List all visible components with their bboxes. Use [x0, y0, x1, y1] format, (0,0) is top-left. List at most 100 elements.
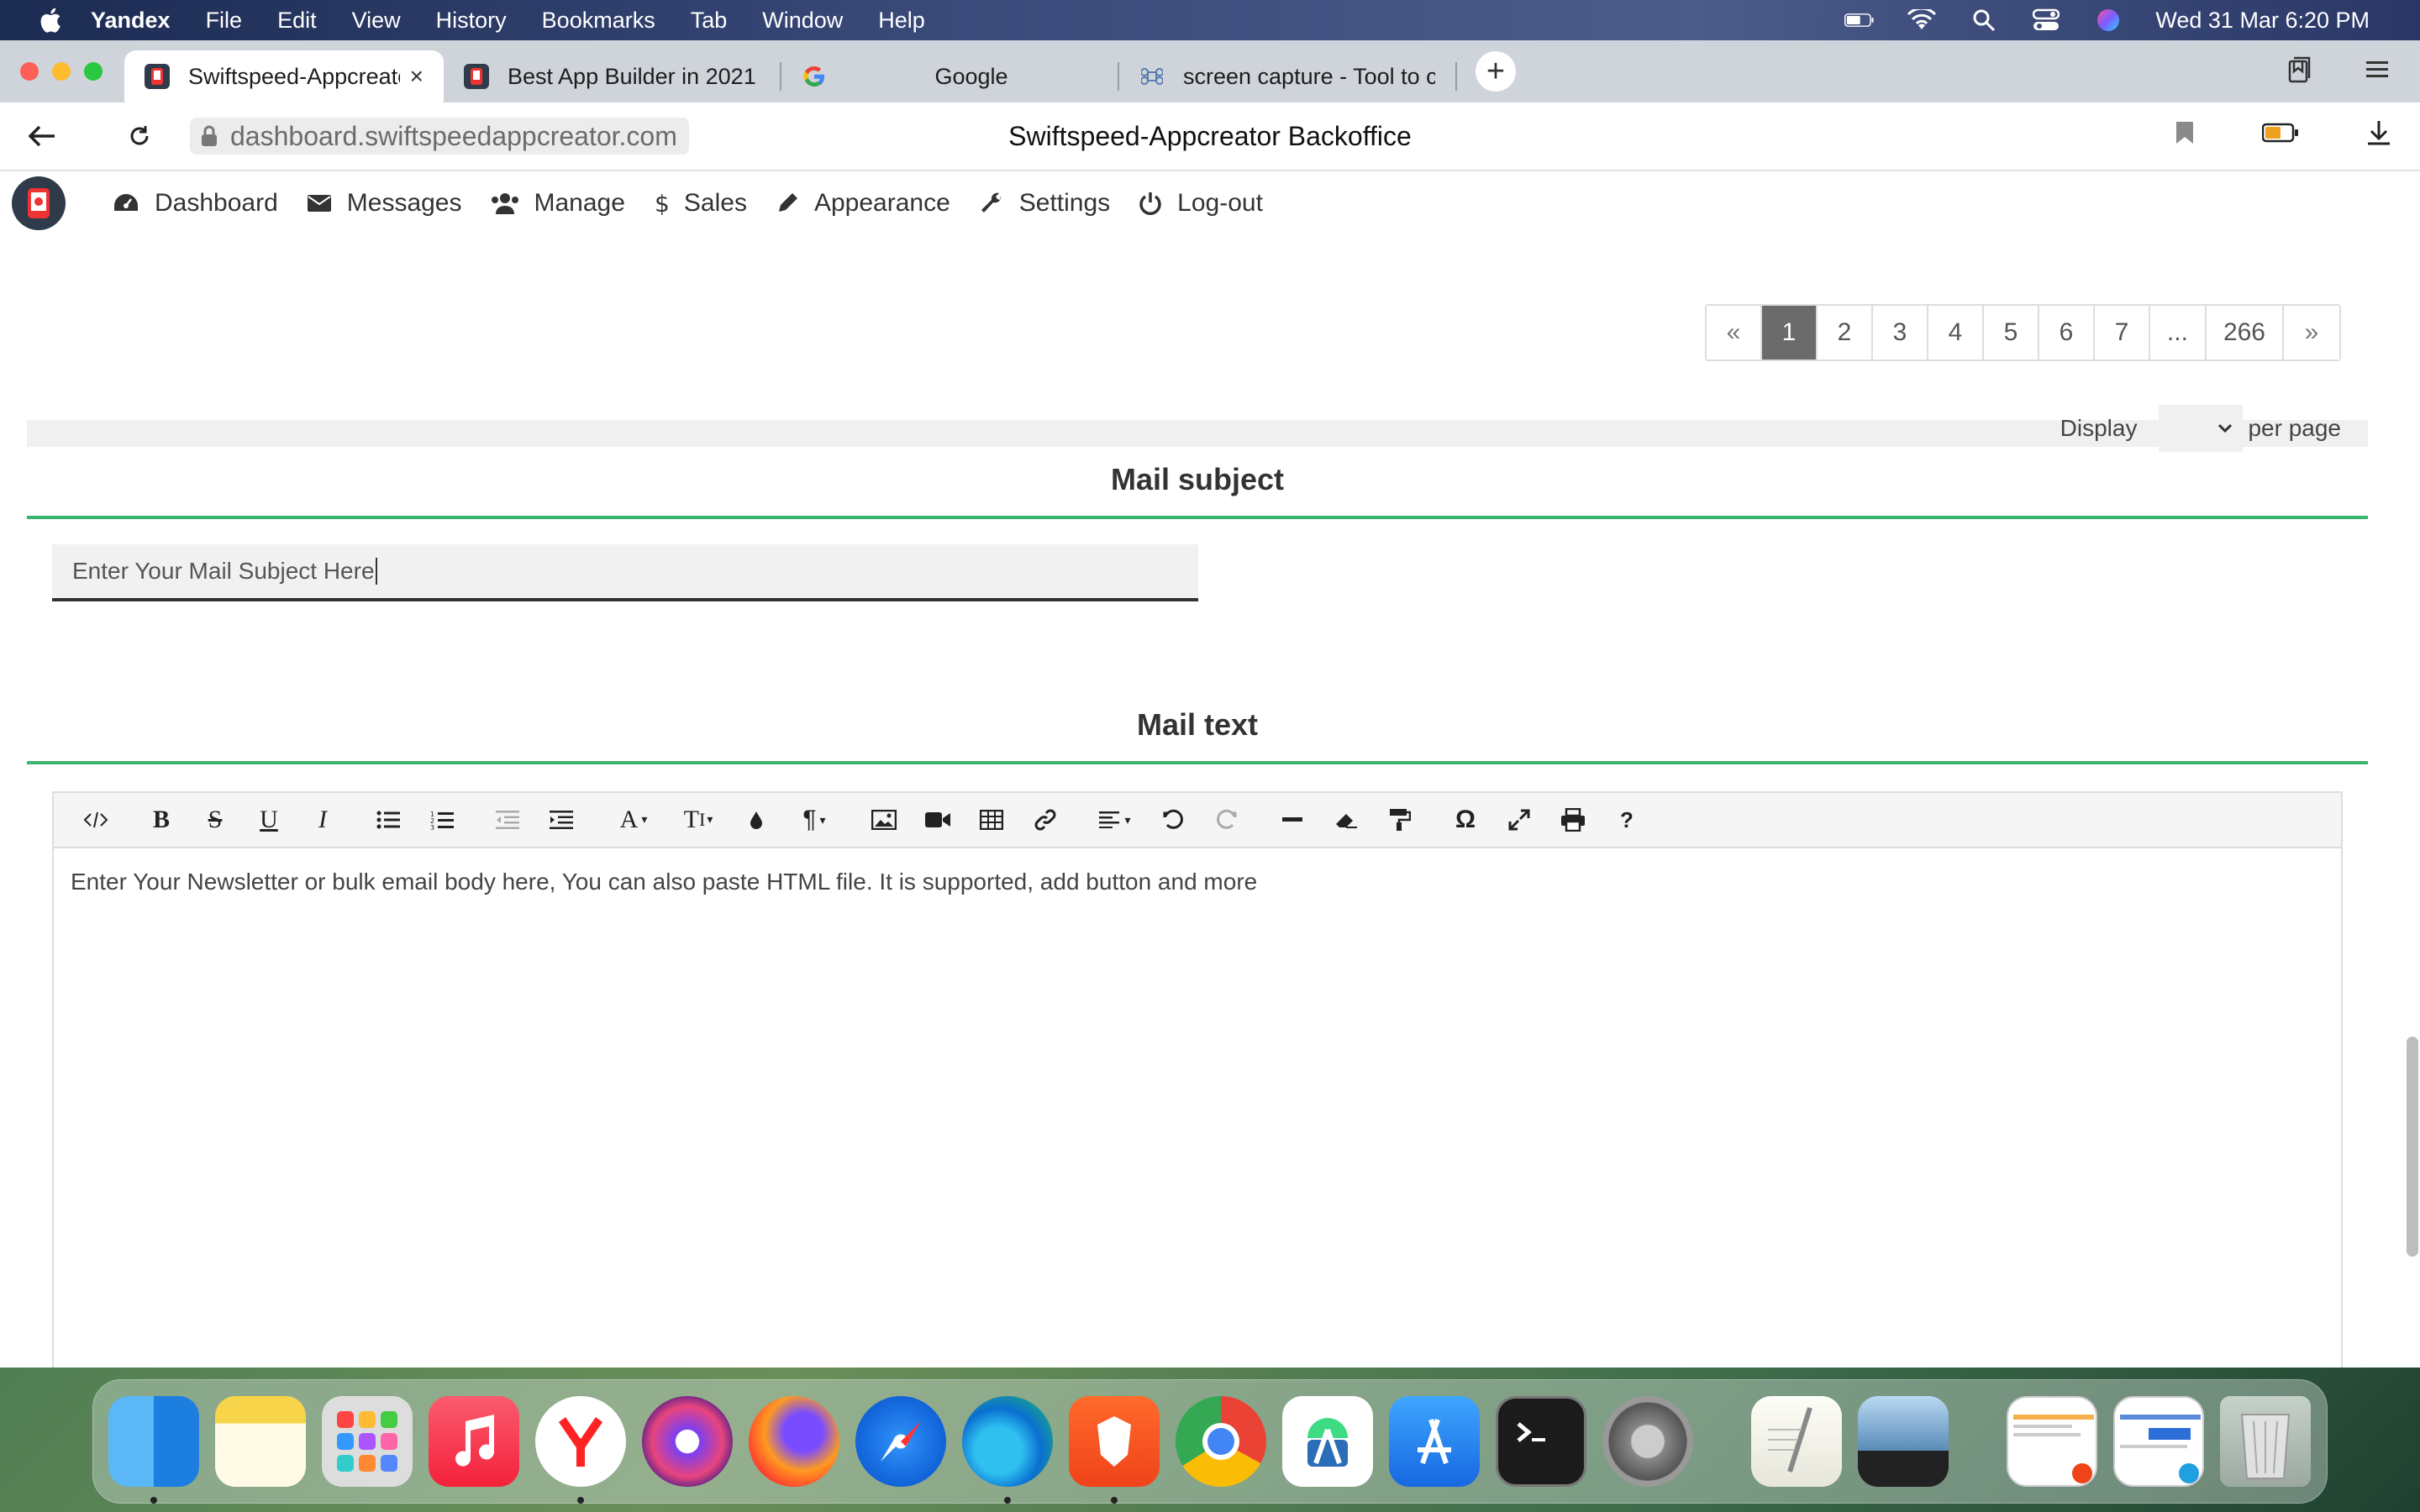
menu-file[interactable]: File — [206, 8, 243, 34]
special-character-icon[interactable]: Ω — [1439, 796, 1492, 843]
preview-icon[interactable] — [1858, 1396, 1949, 1487]
code-view-icon[interactable] — [69, 796, 123, 843]
pagination-page[interactable]: 266 — [2206, 306, 2284, 360]
battery-icon[interactable] — [1844, 8, 1875, 33]
link-icon[interactable] — [1018, 796, 1072, 843]
menu-window[interactable]: Window — [762, 8, 843, 34]
nav-logout[interactable]: Log-out — [1139, 189, 1263, 218]
indent-icon[interactable] — [534, 796, 588, 843]
minimized-window-thumbnail[interactable] — [2007, 1396, 2097, 1487]
tab-best-app-builder[interactable]: Best App Builder in 2021 — [444, 50, 780, 102]
close-tab-icon[interactable]: × — [410, 63, 424, 90]
menu-help[interactable]: Help — [878, 8, 925, 34]
menu-view[interactable]: View — [352, 8, 401, 34]
horizontal-rule-icon[interactable] — [1265, 796, 1319, 843]
tab-swiftspeed[interactable]: Swiftspeed-Appcreato × — [124, 50, 444, 102]
chrome-icon[interactable] — [1176, 1396, 1266, 1487]
mail-subject-input[interactable]: Enter Your Mail Subject Here — [52, 544, 1198, 601]
pagination-page[interactable]: 4 — [1928, 306, 1984, 360]
firefox-icon[interactable] — [749, 1396, 839, 1487]
apple-icon[interactable] — [37, 6, 62, 34]
music-icon[interactable] — [429, 1396, 519, 1487]
control-center-icon[interactable] — [2031, 8, 2061, 33]
help-icon[interactable]: ? — [1600, 796, 1654, 843]
menu-history[interactable]: History — [436, 8, 507, 34]
numbered-list-icon[interactable]: 123 — [415, 796, 469, 843]
pagination-next[interactable]: » — [2284, 306, 2339, 360]
menu-bookmarks[interactable]: Bookmarks — [542, 8, 655, 34]
eraser-icon[interactable] — [1319, 796, 1373, 843]
bold-icon[interactable]: B — [134, 796, 188, 843]
trash-icon[interactable] — [2220, 1396, 2311, 1487]
menubar-clock[interactable]: Wed 31 Mar 6:20 PM — [2155, 8, 2370, 34]
video-icon[interactable] — [911, 796, 965, 843]
app-logo[interactable] — [12, 176, 66, 230]
reload-icon[interactable] — [123, 119, 156, 153]
tab-screen-capture[interactable]: screen capture - Tool to c — [1119, 50, 1455, 102]
siri-icon[interactable] — [2093, 8, 2123, 33]
menu-app-name[interactable]: Yandex — [91, 8, 171, 34]
pagination-page[interactable]: 5 — [1983, 306, 2039, 360]
menu-tab[interactable]: Tab — [691, 8, 728, 34]
table-icon[interactable] — [965, 796, 1018, 843]
url-field[interactable]: dashboard.swiftspeedappcreator.com — [190, 118, 689, 155]
menu-edit[interactable]: Edit — [277, 8, 317, 34]
image-icon[interactable] — [857, 796, 911, 843]
pagination-page[interactable]: 6 — [2039, 306, 2095, 360]
print-icon[interactable] — [1546, 796, 1600, 843]
nav-dashboard[interactable]: Dashboard — [113, 189, 278, 218]
xcode-icon[interactable] — [1389, 1396, 1480, 1487]
strikethrough-icon[interactable]: S — [188, 796, 242, 843]
zoom-window-button[interactable] — [84, 62, 103, 81]
pagination-page[interactable]: 1 — [1761, 306, 1818, 360]
pagination-page[interactable]: 3 — [1872, 306, 1928, 360]
nav-sales[interactable]: $ Sales — [654, 189, 747, 218]
wifi-icon[interactable] — [1907, 8, 1937, 33]
fullscreen-icon[interactable] — [1492, 796, 1546, 843]
pagination-page[interactable]: 7 — [2094, 306, 2150, 360]
bullet-list-icon[interactable] — [361, 796, 415, 843]
yandex-browser-icon[interactable] — [535, 1396, 626, 1504]
finder-icon[interactable] — [108, 1396, 199, 1504]
back-arrow-icon[interactable] — [25, 119, 59, 153]
close-window-button[interactable] — [20, 62, 39, 81]
edge-icon[interactable] — [962, 1396, 1053, 1504]
bookmarks-panel-icon[interactable] — [2287, 56, 2312, 87]
android-studio-icon[interactable] — [1282, 1396, 1373, 1487]
battery-saver-icon[interactable] — [2261, 123, 2299, 147]
text-color-icon[interactable] — [729, 796, 783, 843]
italic-icon[interactable]: I — [296, 796, 350, 843]
minimized-window-thumbnail[interactable] — [2113, 1396, 2204, 1487]
new-tab-button[interactable]: + — [1476, 51, 1516, 92]
outdent-icon[interactable] — [481, 796, 534, 843]
notes-icon[interactable] — [215, 1396, 306, 1487]
undo-icon[interactable] — [1146, 796, 1200, 843]
font-family-dropdown-icon[interactable]: A ▾ — [600, 796, 667, 843]
bookmark-icon[interactable] — [2175, 120, 2195, 150]
launchpad-icon[interactable] — [322, 1396, 413, 1487]
safari-icon[interactable] — [855, 1396, 946, 1487]
nav-messages[interactable]: Messages — [307, 189, 462, 218]
underline-icon[interactable]: U — [242, 796, 296, 843]
hamburger-menu-icon[interactable] — [2366, 60, 2391, 84]
format-painter-icon[interactable] — [1373, 796, 1427, 843]
editor-content[interactable]: Enter Your Newsletter or bulk email body… — [54, 848, 2341, 916]
align-dropdown-icon[interactable]: ▾ — [1084, 796, 1146, 843]
page-scrollbar[interactable] — [2407, 1037, 2418, 1257]
tab-google[interactable]: Google — [781, 50, 1118, 102]
download-icon[interactable] — [2366, 119, 2391, 150]
nav-settings[interactable]: Settings — [979, 189, 1110, 218]
pagination-page[interactable]: 2 — [1817, 306, 1873, 360]
nav-manage[interactable]: Manage — [491, 189, 625, 218]
terminal-icon[interactable] — [1496, 1396, 1586, 1487]
system-preferences-icon[interactable] — [1602, 1396, 1693, 1487]
nav-appearance[interactable]: Appearance — [776, 189, 950, 218]
textedit-icon[interactable] — [1751, 1396, 1842, 1487]
paragraph-style-dropdown-icon[interactable]: ¶ ▾ — [783, 796, 845, 843]
minimize-window-button[interactable] — [52, 62, 71, 81]
per-page-select[interactable] — [2159, 405, 2244, 452]
nova-browser-icon[interactable] — [642, 1396, 733, 1487]
spotlight-search-icon[interactable] — [1969, 8, 1999, 33]
brave-icon[interactable] — [1069, 1396, 1160, 1504]
pagination-prev[interactable]: « — [1706, 306, 1762, 360]
